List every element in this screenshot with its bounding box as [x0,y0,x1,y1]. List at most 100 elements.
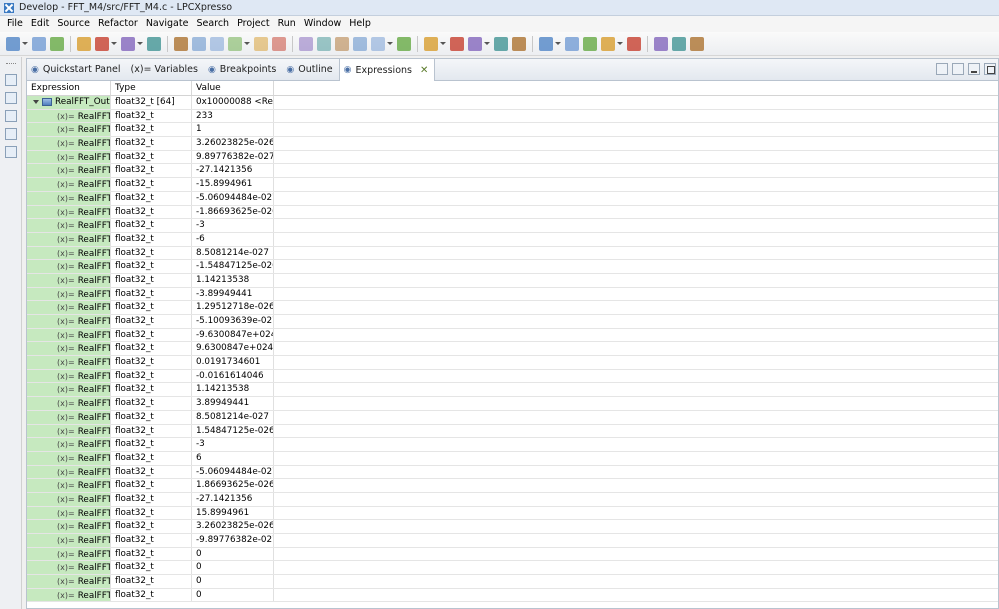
column-header-type[interactable]: Type [111,81,192,95]
value-cell[interactable]: -1.86693625e-026 [192,205,274,219]
expression-cell[interactable]: (x)=RealFFT_ [27,438,111,451]
value-cell[interactable]: -5.10093639e-027 [192,315,274,328]
value-cell[interactable]: -27.1421356 [192,164,274,178]
expression-cell[interactable]: (x)=RealFFT_ [27,424,111,438]
dropdown-arrow-icon[interactable] [617,42,623,45]
value-cell[interactable]: 1.29512718e-026 [192,301,274,314]
table-row[interactable]: (x)=RealFFT_float32_t0 [27,575,998,589]
expression-cell[interactable]: (x)=RealFFT_ [27,369,111,383]
prev-annotation-icon[interactable] [654,36,668,51]
value-cell[interactable]: 0 [192,561,274,575]
table-row[interactable]: (x)=RealFFT_float32_t-27.1421356 [27,164,998,179]
table-row[interactable]: (x)=RealFFT_float32_t-6 [27,232,998,247]
expression-cell[interactable]: (x)=RealFFT_ [27,561,111,575]
table-row[interactable]: (x)=RealFFT_float32_t-3 [27,438,998,452]
project-explorer-icon[interactable] [4,92,17,104]
expression-cell[interactable]: (x)=RealFFT_ [27,534,111,547]
back-icon[interactable] [672,36,686,51]
table-row[interactable]: (x)=RealFFT_float32_t-27.1421356 [27,492,998,507]
tab-outline[interactable]: ◉ Outline [282,59,338,80]
open-folder-icon[interactable] [512,36,526,51]
table-row[interactable]: (x)=RealFFT_float32_t0 [27,588,998,603]
table-row[interactable]: (x)=RealFFT_float32_t1.14213538 [27,383,998,398]
expression-cell[interactable]: (x)=RealFFT_ [27,287,111,301]
expression-cell[interactable]: (x)=RealFFT_ [27,451,111,465]
menu-window[interactable]: Window [300,16,345,32]
value-cell[interactable]: 3.26023825e-026 [192,520,274,533]
expression-cell[interactable]: (x)=RealFFT_ [27,178,111,191]
terminate-icon[interactable] [210,36,224,51]
expression-cell[interactable]: (x)=RealFFT_ [27,383,111,397]
dropdown-arrow-icon[interactable] [244,42,250,45]
table-row[interactable]: (x)=RealFFT_float32_t0.0191734601 [27,356,998,370]
value-cell[interactable]: 233 [192,109,274,123]
peripherals-icon[interactable] [4,146,17,158]
value-cell[interactable]: 0 [192,588,274,602]
dropdown-arrow-icon[interactable] [22,42,28,45]
value-cell[interactable]: -9.6300847e+024 [192,328,274,342]
table-row[interactable]: (x)=RealFFT_float32_t9.6300847e+024 [27,342,998,357]
column-header-value[interactable]: Value [192,81,274,95]
forward-icon[interactable] [690,36,704,51]
value-cell[interactable]: -27.1421356 [192,492,274,506]
value-cell[interactable]: -3.89949441 [192,287,274,301]
table-row[interactable]: (x)=RealFFT_float32_t0 [27,547,998,562]
value-cell[interactable]: 0x10000088 <Rea... [192,96,274,109]
value-cell[interactable]: -3 [192,438,274,451]
expression-cell[interactable]: (x)=RealFFT_ [27,109,111,123]
link-icon[interactable] [371,36,385,51]
hierarchy-icon[interactable] [4,110,17,122]
expression-cell[interactable]: (x)=RealFFT_ [27,547,111,561]
debug-run-icon[interactable] [424,36,438,51]
expression-cell[interactable]: (x)=RealFFT_ [27,246,111,260]
step-into-icon[interactable] [254,36,268,51]
table-row[interactable]: (x)=RealFFT_float32_t1.14213538 [27,273,998,288]
table-row[interactable]: (x)=RealFFT_float32_t15.8994961 [27,506,998,521]
table-row[interactable]: (x)=RealFFT_float32_t3.26023825e-026 [27,137,998,151]
expression-cell[interactable]: (x)=RealFFT_ [27,575,111,588]
open-type-icon[interactable] [494,36,508,51]
value-cell[interactable]: -5.06094484e-027 [192,465,274,479]
table-row[interactable]: (x)=RealFFT_float32_t3.26023825e-026 [27,520,998,534]
suspend-icon[interactable] [192,36,206,51]
expression-cell[interactable]: (x)=RealFFT_ [27,205,111,219]
expression-cell[interactable]: (x)=RealFFT_ [27,260,111,273]
value-cell[interactable]: 15.8994961 [192,506,274,520]
expression-cell[interactable]: (x)=RealFFT_ [27,315,111,328]
dropdown-arrow-icon[interactable] [137,42,143,45]
table-row[interactable]: (x)=RealFFT_float32_t-15.8994961 [27,178,998,192]
disconnect-icon[interactable] [228,36,242,51]
skip-icon[interactable] [147,36,161,51]
value-cell[interactable]: -15.8994961 [192,178,274,191]
table-row[interactable]: (x)=RealFFT_float32_t-5.06094484e-027 [27,191,998,206]
tab-breakpoints[interactable]: ◉ Breakpoints [204,59,282,80]
minimize-icon[interactable] [968,63,980,75]
maximize-icon[interactable] [984,63,996,75]
table-row[interactable]: (x)=RealFFT_float32_t1.54847125e-026 [27,424,998,439]
value-cell[interactable]: -6 [192,232,274,246]
annotation-icon[interactable] [601,36,615,51]
next-annotation-icon[interactable] [627,36,641,51]
value-cell[interactable]: 1.14213538 [192,383,274,397]
expression-cell[interactable]: (x)=RealFFT_ [27,342,111,356]
value-cell[interactable]: 3.89949441 [192,397,274,410]
expression-cell[interactable]: (x)=RealFFT_ [27,465,111,479]
dropdown-arrow-icon[interactable] [111,42,117,45]
menu-edit[interactable]: Edit [27,16,53,32]
dropdown-arrow-icon[interactable] [387,42,393,45]
restore-icon[interactable] [4,74,17,86]
value-cell[interactable]: 9.6300847e+024 [192,342,274,356]
breakpoint-icon[interactable] [397,36,411,51]
menu-project[interactable]: Project [233,16,274,32]
table-row[interactable]: (x)=RealFFT_float32_t-9.6300847e+024 [27,328,998,343]
value-cell[interactable]: -1.54847125e-026 [192,260,274,273]
tab-quickstart-panel[interactable]: ◉ Quickstart Panel [27,59,127,80]
toggle-icon[interactable] [583,36,597,51]
step-over-icon[interactable] [272,36,286,51]
value-cell[interactable]: -0.0161614046 [192,369,274,383]
resume-icon[interactable] [174,36,188,51]
value-cell[interactable]: 1 [192,123,274,137]
value-cell[interactable]: 1.86693625e-026 [192,479,274,492]
menu-source[interactable]: Source [53,16,94,32]
add-expression-icon[interactable] [952,63,964,75]
